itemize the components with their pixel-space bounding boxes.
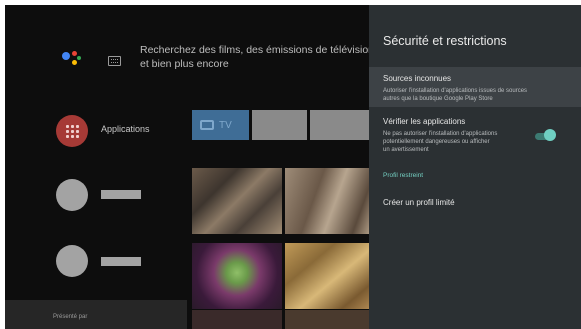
create-restricted-profile[interactable]: Créer un profil limité bbox=[383, 198, 455, 207]
grid-icon bbox=[65, 124, 79, 138]
search-prompt[interactable]: Recherchez des films, des émissions de t… bbox=[140, 43, 380, 71]
channel-name-placeholder bbox=[101, 190, 141, 199]
content-thumbnail[interactable] bbox=[192, 243, 282, 309]
security-settings-panel: Sécurité et restrictions Sources inconnu… bbox=[369, 5, 581, 329]
sponsor-label: Présenté par bbox=[53, 314, 88, 320]
channel-logo-placeholder[interactable] bbox=[56, 179, 88, 211]
setting-description-line: un avertissement bbox=[383, 147, 429, 153]
search-prompt-line1: Recherchez des films, des émissions de t… bbox=[140, 44, 375, 56]
app-tile-tv[interactable]: TV bbox=[192, 110, 249, 140]
setting-description: Ne pas autoriser l'installation d'applic… bbox=[383, 130, 497, 154]
setting-description-line: Ne pas autoriser l'installation d'applic… bbox=[383, 131, 498, 137]
channel-name-placeholder bbox=[101, 257, 141, 266]
setting-title: Vérifier les applications bbox=[383, 117, 466, 126]
content-thumbnail[interactable] bbox=[285, 243, 375, 309]
content-thumbnail[interactable] bbox=[192, 310, 282, 329]
app-tile-placeholder[interactable] bbox=[252, 110, 307, 140]
channel-logo-placeholder[interactable] bbox=[56, 245, 88, 277]
keyboard-icon[interactable] bbox=[108, 56, 121, 66]
setting-description-line: Autoriser l'installation d'applications … bbox=[383, 88, 528, 94]
setting-title: Sources inconnues bbox=[383, 74, 452, 83]
tv-home-screen: Recherchez des films, des émissions de t… bbox=[5, 5, 581, 329]
setting-description: Autoriser l'installation d'applications … bbox=[383, 87, 527, 103]
setting-description-line: potentiellement dangereuses ou afficher bbox=[383, 139, 490, 145]
search-prompt-line2: et bien plus encore bbox=[140, 58, 229, 70]
section-restricted-profile: Profil restreint bbox=[383, 172, 424, 179]
content-thumbnail[interactable] bbox=[285, 168, 375, 234]
setting-unknown-sources[interactable]: Sources inconnues Autoriser l'installati… bbox=[369, 67, 581, 107]
setting-description-line: autres que la boutique Google Play Store bbox=[383, 96, 493, 102]
app-tile-placeholder[interactable] bbox=[310, 110, 370, 140]
panel-title: Sécurité et restrictions bbox=[383, 34, 507, 48]
tv-icon bbox=[200, 120, 214, 130]
google-assistant-icon[interactable] bbox=[61, 50, 83, 70]
apps-label: Applications bbox=[101, 124, 150, 134]
content-thumbnail[interactable] bbox=[192, 168, 282, 234]
sponsored-row[interactable]: Présenté par bbox=[5, 300, 187, 329]
app-tile-label: TV bbox=[219, 119, 232, 131]
content-thumbnail[interactable] bbox=[285, 310, 375, 329]
apps-icon[interactable] bbox=[56, 115, 88, 147]
toggle-knob bbox=[544, 129, 556, 141]
